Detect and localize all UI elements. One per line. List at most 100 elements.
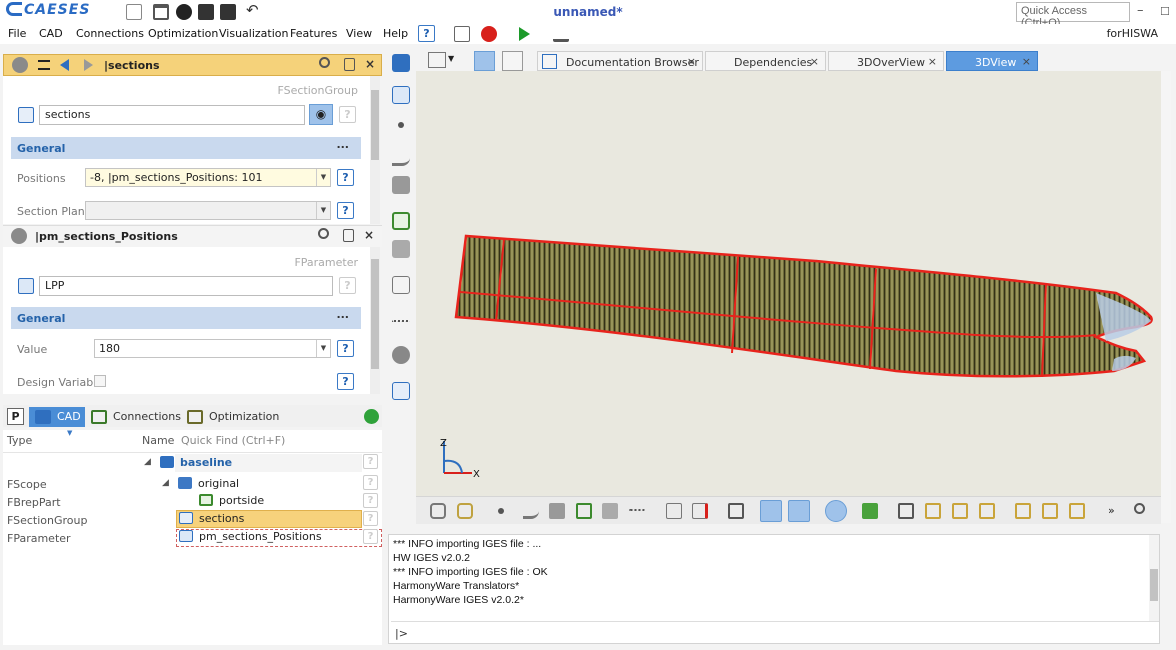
stop-icon[interactable] [481, 26, 497, 42]
copy-icon[interactable] [454, 26, 470, 42]
surface-icon[interactable] [392, 176, 410, 194]
help-icon[interactable]: ? [337, 169, 354, 186]
header-name[interactable]: Name [142, 434, 174, 447]
brep-icon[interactable] [392, 212, 410, 230]
help-icon[interactable]: ? [418, 25, 435, 42]
object-name-input[interactable]: sections [39, 105, 305, 125]
help-icon[interactable]: ? [337, 202, 354, 219]
list-icon[interactable] [38, 60, 50, 70]
clip-icon[interactable] [692, 503, 708, 519]
help-icon[interactable]: ? [363, 475, 378, 490]
dotted-line-icon[interactable] [392, 320, 410, 324]
scrollbar[interactable] [370, 76, 380, 224]
scope-icon[interactable] [392, 54, 410, 72]
lock-icon[interactable] [862, 503, 878, 519]
shading-icon[interactable] [666, 503, 682, 519]
tree-node-original[interactable]: original [178, 477, 239, 490]
surface-icon[interactable] [549, 503, 565, 519]
tab-documentation-browser[interactable]: Documentation Browser × [537, 51, 703, 71]
view-x-icon[interactable] [925, 503, 941, 519]
view-z-icon[interactable] [979, 503, 995, 519]
menu-file[interactable]: File [8, 27, 26, 40]
flask-icon[interactable] [553, 26, 569, 42]
visibility-icon[interactable]: ◉ [309, 104, 333, 125]
point-icon[interactable] [398, 122, 404, 128]
view-minus-x-icon[interactable] [1015, 503, 1031, 519]
dotted-line-icon[interactable] [629, 509, 645, 512]
menu-visualization[interactable]: Visualization [219, 27, 288, 40]
search-icon[interactable] [318, 228, 329, 239]
section-general[interactable]: General... [11, 307, 361, 329]
run-icon[interactable] [519, 27, 530, 41]
view-y-icon[interactable] [952, 503, 968, 519]
menu-cad[interactable]: CAD [39, 27, 63, 40]
view-mode-icon[interactable] [474, 51, 495, 71]
minimize-button[interactable]: – [1137, 3, 1144, 18]
tab-optimization[interactable]: Optimization [181, 407, 279, 427]
axes-icon[interactable] [788, 500, 810, 522]
menu-help[interactable]: Help [383, 27, 408, 40]
zoom-icon[interactable] [1134, 503, 1145, 514]
tab-3dview[interactable]: 3DView × [946, 51, 1038, 71]
quick-access-input[interactable]: Quick Access (Ctrl+Q) [1016, 2, 1130, 29]
expand-icon[interactable]: ◢ [144, 457, 151, 467]
design-variable-checkbox[interactable] [94, 375, 106, 387]
tab-connections[interactable]: Connections [85, 407, 181, 427]
curve-icon[interactable] [523, 503, 539, 519]
tree-node-sections[interactable]: sections [179, 512, 244, 525]
expand-icon[interactable]: ◢ [162, 478, 169, 488]
help-icon[interactable]: ? [363, 493, 378, 508]
cube-icon[interactable] [898, 503, 914, 519]
viewport-scrollbar[interactable] [1161, 71, 1171, 523]
forward-icon[interactable] [84, 59, 93, 71]
help-icon[interactable]: ? [339, 106, 356, 123]
maximize-button[interactable]: ☐ [1160, 5, 1170, 18]
help-icon[interactable]: ? [337, 340, 354, 357]
section-general[interactable]: General... [11, 137, 361, 159]
tab-3doverview[interactable]: 3DOverView × [828, 51, 944, 71]
section-tool-icon[interactable] [392, 382, 410, 400]
header-type[interactable]: Type [7, 434, 32, 447]
help-icon[interactable]: ? [363, 511, 378, 526]
help-icon[interactable]: ? [337, 373, 354, 390]
back-icon[interactable] [60, 59, 69, 71]
view-minus-y-icon[interactable] [1042, 503, 1058, 519]
info-icon[interactable] [825, 500, 847, 522]
3d-viewport[interactable]: Z X [416, 71, 1161, 523]
object-name-input[interactable]: LPP [39, 276, 333, 296]
p-button[interactable]: P [7, 408, 24, 425]
help-icon[interactable]: ? [339, 277, 356, 294]
tree-node-pm-sections-positions[interactable]: pm_sections_Positions [179, 530, 322, 543]
menu-optimization[interactable]: Optimization [148, 27, 218, 40]
brep-icon[interactable] [576, 503, 592, 519]
float-icon[interactable] [344, 58, 355, 71]
help-icon[interactable]: ? [363, 454, 378, 469]
layout-icon[interactable] [428, 52, 446, 68]
tab-cad[interactable]: CAD [29, 407, 85, 427]
material-icon[interactable] [457, 503, 473, 519]
grid-icon[interactable] [728, 503, 744, 519]
solid-icon[interactable] [602, 503, 618, 519]
positions-field[interactable]: -8, |pm_sections_Positions: 101 ▼ [85, 168, 331, 187]
render-icon[interactable] [430, 503, 446, 519]
feature-icon[interactable] [392, 276, 410, 294]
pin-icon[interactable] [11, 228, 27, 244]
image-icon[interactable] [392, 346, 410, 364]
tab-dependencies[interactable]: Dependencies × [705, 51, 826, 71]
tree-node-portside[interactable]: portside [199, 494, 264, 507]
more-icon[interactable]: » [1108, 504, 1124, 520]
view-minus-z-icon[interactable] [1069, 503, 1085, 519]
menu-connections[interactable]: Connections [76, 27, 144, 40]
value-field[interactable]: 180 ▼ [94, 339, 331, 358]
solid-icon[interactable] [392, 240, 410, 258]
help-icon[interactable]: ? [363, 529, 378, 544]
pin-icon[interactable] [12, 57, 28, 73]
close-icon[interactable]: × [365, 57, 375, 71]
quick-find-input[interactable]: Quick Find (Ctrl+F) [181, 434, 285, 447]
section-plane-select[interactable]: ▼ [85, 201, 331, 220]
parameter-tool-icon[interactable] [392, 86, 410, 104]
console-input[interactable]: |> [391, 621, 1159, 643]
search-icon[interactable] [319, 57, 330, 68]
point-icon[interactable] [498, 508, 504, 514]
play-view-icon[interactable] [502, 51, 523, 71]
